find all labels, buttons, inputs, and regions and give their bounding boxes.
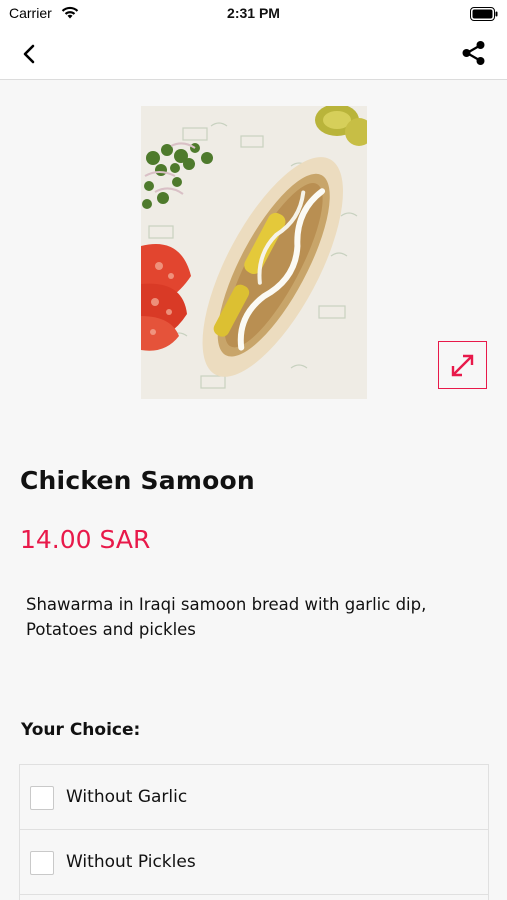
product-description: Shawarma in Iraqi samoon bread with garl… (26, 592, 486, 642)
option-without-garlic[interactable]: Without Garlic (19, 764, 489, 830)
clock: 2:31 PM (227, 5, 280, 21)
checkbox[interactable] (30, 786, 54, 810)
product-title: Chicken Samoon (20, 466, 255, 495)
option-label: Without Pickles (66, 852, 196, 872)
expand-icon (451, 354, 474, 377)
option-label: Without Garlic (66, 787, 188, 807)
product-price: 14.00 SAR (20, 525, 151, 554)
option-row-partial[interactable] (19, 894, 489, 900)
share-icon (462, 41, 485, 65)
choice-heading: Your Choice: (21, 720, 141, 740)
navigation-bar (0, 28, 507, 80)
product-description-line: Potatoes and pickles (26, 620, 196, 639)
checkbox[interactable] (30, 851, 54, 875)
option-without-pickles[interactable]: Without Pickles (19, 829, 489, 895)
expand-image-button[interactable] (438, 341, 487, 389)
product-description-line: Shawarma in Iraqi samoon bread with garl… (26, 595, 427, 614)
status-bar: Carrier 2:31 PM (0, 0, 507, 28)
chevron-left-icon (23, 44, 35, 64)
back-button[interactable] (14, 40, 44, 68)
share-button[interactable] (459, 38, 489, 68)
product-image[interactable] (141, 106, 367, 399)
battery-icon (470, 6, 498, 25)
